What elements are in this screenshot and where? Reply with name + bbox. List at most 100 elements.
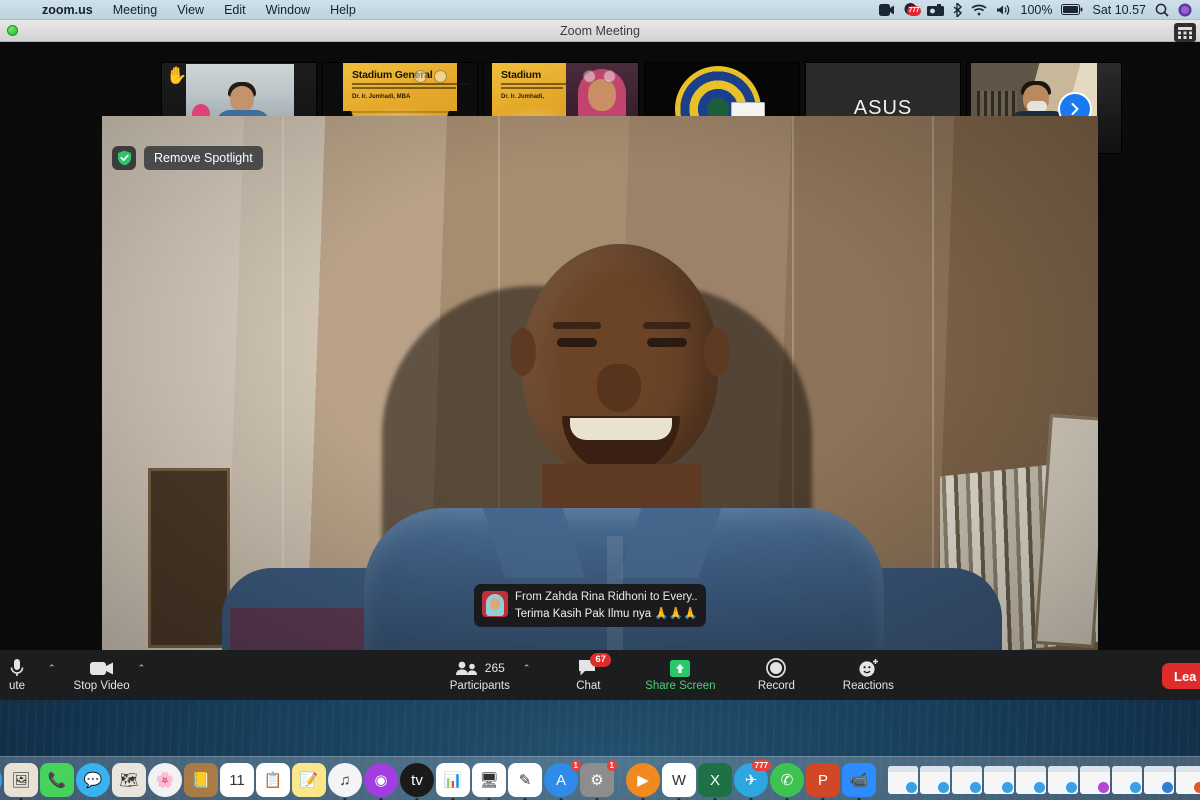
- spotlight-search-icon[interactable]: [1155, 3, 1169, 17]
- raise-hand-icon: ✋: [166, 66, 188, 85]
- telegram-badge: 777: [906, 5, 922, 16]
- appstore-icon[interactable]: A1: [544, 760, 581, 800]
- minimized-window[interactable]: [1080, 766, 1110, 794]
- participants-options-caret[interactable]: ⌃: [523, 663, 531, 674]
- appletv-icon[interactable]: tv: [400, 763, 434, 800]
- reminders-icon[interactable]: 📋: [256, 763, 290, 797]
- photos-booth-icon[interactable]: 🖼: [4, 763, 38, 800]
- wifi-icon[interactable]: [970, 4, 987, 16]
- stop-video-label: Stop Video: [73, 680, 130, 692]
- system-preferences-icon[interactable]: ⚙ 1: [580, 760, 617, 800]
- facetime-icon[interactable]: 📞: [40, 763, 74, 797]
- messages-icon[interactable]: 💬: [76, 763, 110, 797]
- minimized-window[interactable]: [888, 766, 918, 794]
- wps-office-icon[interactable]: W: [662, 763, 696, 800]
- dock-icon-glyph: 📋: [263, 772, 283, 789]
- menubar-item-edit[interactable]: Edit: [214, 0, 256, 20]
- dock-icon-glyph: ▶: [637, 772, 649, 789]
- minimized-window[interactable]: [1048, 766, 1078, 794]
- minimized-window[interactable]: [920, 766, 950, 794]
- dock-icon-glyph: W: [671, 771, 687, 789]
- dock-badge: 1: [606, 760, 617, 771]
- dock-icon-glyph: 📝: [299, 772, 319, 789]
- share-screen-button[interactable]: Share Screen: [634, 650, 726, 700]
- dock-icon-glyph: ✆: [780, 772, 794, 789]
- grid-view-icon[interactable]: [1174, 23, 1196, 42]
- menubar-item-window[interactable]: Window: [256, 0, 320, 20]
- maps-icon[interactable]: 🗺: [112, 763, 146, 797]
- record-circle-icon: [766, 658, 787, 678]
- dock-icon-glyph: 📊: [443, 772, 463, 789]
- dock-icon-glyph: 🖥: [479, 772, 499, 789]
- minimized-window[interactable]: [1112, 766, 1142, 794]
- participants-label: Participants: [449, 680, 510, 692]
- minimized-window[interactable]: [952, 766, 982, 794]
- record-button[interactable]: Record: [740, 650, 812, 700]
- window-title: Zoom Meeting: [560, 23, 640, 38]
- numbers-icon[interactable]: 📊: [436, 763, 470, 800]
- contacts-icon[interactable]: 📒: [184, 763, 218, 797]
- remove-spotlight-button[interactable]: Remove Spotlight: [144, 146, 263, 170]
- reactions-button[interactable]: Reactions: [826, 650, 910, 700]
- minimized-window[interactable]: [1144, 766, 1174, 794]
- mute-button[interactable]: ute: [0, 650, 46, 700]
- menubar-item-help[interactable]: Help: [320, 0, 366, 20]
- mute-options-caret[interactable]: ⌃: [48, 663, 56, 674]
- whatsapp-icon[interactable]: ✆: [770, 763, 804, 800]
- stop-video-button[interactable]: Stop Video: [70, 650, 134, 700]
- dock-icon-glyph: ♫: [339, 771, 351, 789]
- active-speaker-video[interactable]: [102, 116, 1098, 650]
- screen-recorder-icon[interactable]: [926, 3, 944, 16]
- zoom-toolbar: ute ⌃ Stop Video ⌃ 265 Participants ⌃ 67…: [0, 650, 1200, 700]
- avatar: [482, 591, 508, 617]
- dock-icon-glyph: A: [555, 771, 566, 789]
- bluetooth-icon[interactable]: [953, 2, 962, 17]
- macos-menu-bar: zoom.us Meeting View Edit Window Help 77…: [0, 0, 1200, 20]
- leave-meeting-button[interactable]: Lea: [1162, 663, 1200, 689]
- excel-icon[interactable]: X: [698, 763, 732, 800]
- zoom-icon[interactable]: 📹: [842, 763, 876, 800]
- minimized-window[interactable]: [1176, 766, 1200, 794]
- photos-icon[interactable]: 🌸: [148, 763, 182, 797]
- microphone-icon: [10, 658, 24, 678]
- chat-label: Chat: [576, 680, 601, 692]
- menubar-item-meeting[interactable]: Meeting: [103, 0, 167, 20]
- dock-icon-glyph: 🖼: [11, 772, 31, 789]
- zoom-video-icon[interactable]: [878, 3, 894, 16]
- itunes-icon[interactable]: ♫: [328, 763, 362, 800]
- pages-icon[interactable]: ✎: [508, 763, 542, 800]
- siri-icon[interactable]: [1178, 3, 1192, 17]
- telegram-icon[interactable]: ✈ 777: [734, 760, 771, 800]
- chat-notification-popup[interactable]: From Zahda Rina Ridhoni to Every... Teri…: [474, 584, 706, 627]
- keynote-icon[interactable]: 🖥: [472, 763, 506, 800]
- participants-button[interactable]: 265 Participants: [441, 650, 519, 700]
- safari-icon[interactable]: 🧭: [0, 763, 2, 797]
- notes-icon[interactable]: 📝: [292, 763, 326, 797]
- menubar-app-name[interactable]: zoom.us: [30, 0, 103, 20]
- calendar-icon[interactable]: 11: [220, 763, 254, 797]
- menubar-status-area: 777 100% Sat 10.57: [878, 2, 1200, 17]
- menubar-item-view[interactable]: View: [167, 0, 214, 20]
- dock-badge: 777: [751, 760, 771, 771]
- chat-button[interactable]: 67 Chat: [556, 650, 620, 700]
- menubar-clock[interactable]: Sat 10.57: [1092, 3, 1146, 17]
- chat-bubble-icon: 67: [578, 653, 611, 678]
- reactions-label: Reactions: [842, 680, 894, 692]
- window-title-bar: Zoom Meeting: [0, 20, 1200, 42]
- podcasts-icon[interactable]: ◉: [364, 763, 398, 800]
- battery-icon[interactable]: [1061, 4, 1083, 15]
- vlc-icon[interactable]: ▶: [626, 763, 660, 800]
- reactions-smiley-icon: [858, 658, 879, 678]
- minimized-window[interactable]: [1016, 766, 1046, 794]
- powerpoint-icon[interactable]: P: [806, 763, 840, 800]
- volume-icon[interactable]: [996, 4, 1012, 16]
- macos-dock: ☺🚀🧭🖼📞💬🗺🌸📒11📋📝♫◉tv📊🖥✎A1⚙1▶WX✈777✆P📹: [0, 756, 1200, 800]
- dock-icon-glyph: 💬: [83, 772, 103, 789]
- dock-icon-glyph: ⚙: [590, 772, 604, 789]
- video-options-caret[interactable]: ⌃: [138, 663, 146, 674]
- minimized-window[interactable]: [984, 766, 1014, 794]
- dock-icon-glyph: 📒: [191, 772, 211, 789]
- remove-spotlight-control[interactable]: Remove Spotlight: [112, 146, 263, 170]
- dock-icon-glyph: ✈: [744, 772, 758, 789]
- telegram-icon[interactable]: 777: [903, 2, 922, 17]
